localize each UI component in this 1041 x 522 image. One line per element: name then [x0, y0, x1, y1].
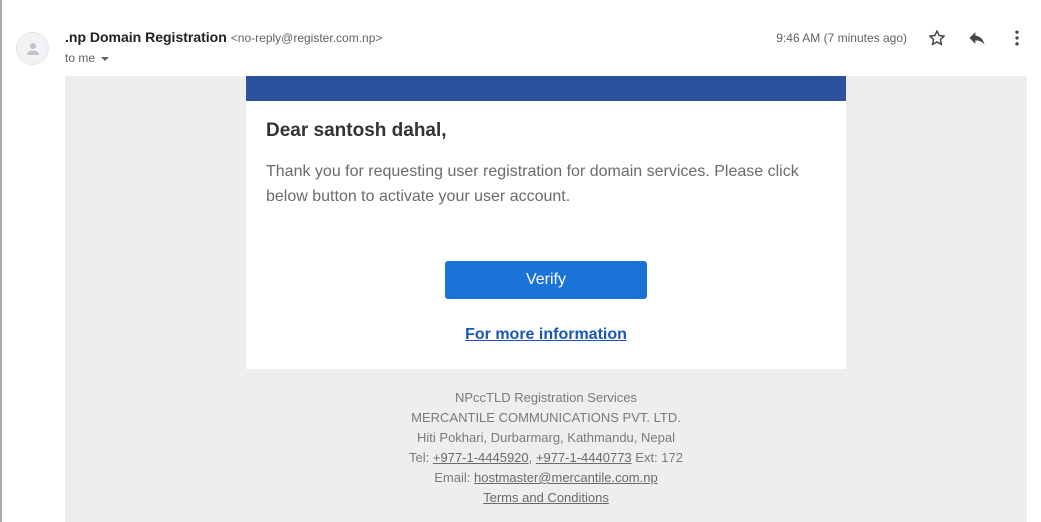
phone-link-1[interactable]: +977-1-4445920 — [433, 450, 529, 465]
phone-separator: , — [528, 450, 536, 465]
phone-ext: Ext: 172 — [631, 450, 683, 465]
recipient-details-toggle[interactable]: to me — [65, 51, 110, 65]
email-card: Dear santosh dahal, Thank you for reques… — [246, 76, 846, 369]
reply-icon — [969, 32, 985, 45]
sender-email: <no-reply@register.com.np> — [230, 31, 383, 45]
phone-link-2[interactable]: +977-1-4440773 — [536, 450, 632, 465]
star-button[interactable] — [925, 26, 949, 50]
chevron-down-icon[interactable] — [101, 56, 110, 61]
reply-button[interactable] — [965, 26, 989, 50]
tel-label: Tel: — [409, 450, 433, 465]
footer-company-name: MERCANTILE COMMUNICATIONS PVT. LTD. — [411, 410, 681, 425]
person-icon — [26, 42, 39, 55]
recipient-label: to me — [65, 51, 96, 65]
message-text: Thank you for requesting user registrati… — [266, 163, 799, 205]
footer-service-name: NPccTLD Registration Services — [454, 390, 638, 405]
footer-phone-line: Tel: +977-1-4445920, +977-1-4440773 Ext:… — [246, 448, 846, 468]
timestamp: 9:46 AM (7 minutes ago) — [776, 31, 907, 45]
verify-button[interactable]: Verify — [445, 261, 647, 299]
more-vert-icon — [1015, 30, 1019, 46]
terms-link[interactable]: Terms and Conditions — [483, 490, 609, 505]
more-options-button[interactable] — [1005, 26, 1029, 50]
star-icon — [929, 30, 945, 46]
footer-email-line: Email: hostmaster@mercantile.com.np — [246, 468, 846, 488]
footer-address: Hiti Pokhari, Durbarmarg, Kathmandu, Nep… — [417, 430, 675, 445]
email-footer: NPccTLD Registration Services MERCANTILE… — [246, 388, 846, 508]
greeting: Dear santosh dahal, — [266, 120, 447, 141]
sender-avatar[interactable] — [16, 32, 49, 65]
email-link[interactable]: hostmaster@mercantile.com.np — [474, 470, 658, 485]
email-label: Email: — [434, 470, 474, 485]
more-info-link[interactable]: For more information — [246, 326, 846, 344]
header-banner — [246, 76, 846, 101]
email-view: .np Domain Registration <no-reply@registe… — [0, 0, 1041, 522]
sender-line: .np Domain Registration <no-reply@registe… — [65, 29, 382, 47]
window-edge — [0, 0, 2, 522]
sender-name[interactable]: .np Domain Registration — [65, 29, 227, 45]
